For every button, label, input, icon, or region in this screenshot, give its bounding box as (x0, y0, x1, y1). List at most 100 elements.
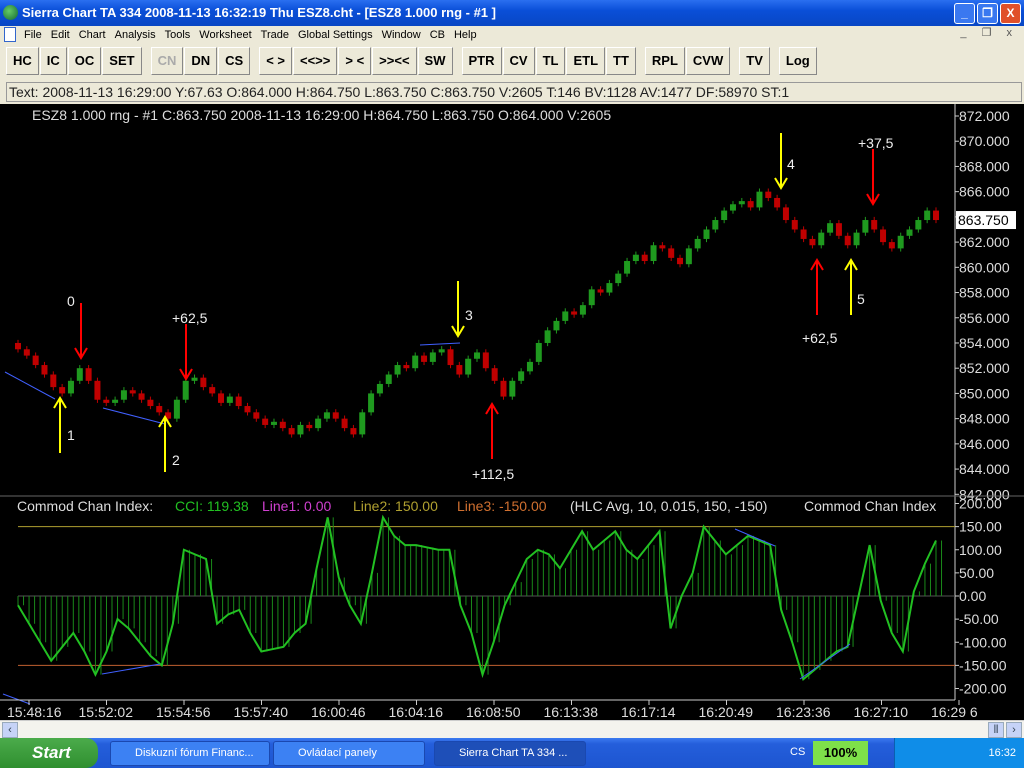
close-button[interactable]: X (1000, 3, 1021, 24)
price-tick-label: 862.000 (959, 234, 1010, 250)
time-tick-label: 16:17:14 (621, 704, 676, 720)
candle-body (129, 390, 136, 394)
candle-body (297, 424, 304, 435)
cci-tick-label: 200.00 (959, 496, 1002, 512)
scroll-left-button[interactable]: ‹ (2, 722, 18, 738)
taskbar-item-control-panel[interactable]: Ovládací panely (273, 741, 425, 766)
toolbar-button-15[interactable]: ETL (566, 47, 606, 75)
toolbar-button-3[interactable]: SET (102, 47, 142, 75)
menu-chart[interactable]: Chart (79, 26, 106, 44)
toolbar-button-18[interactable]: CVW (685, 47, 731, 75)
toolbar-button-9[interactable]: > < (338, 47, 372, 75)
cci-name: Commod Chan Index: (17, 498, 153, 514)
candle-body (85, 368, 92, 381)
menu-analysis[interactable]: Analysis (115, 26, 156, 44)
toolbar-button-11[interactable]: SW (417, 47, 453, 75)
candle-body (235, 396, 242, 407)
menu-help[interactable]: Help (454, 26, 477, 44)
price-tick-label: 866.000 (959, 184, 1010, 200)
horizontal-scrollbar[interactable]: ‹ ⦀ › (0, 720, 1024, 738)
toolbar-button-13[interactable]: CV (502, 47, 535, 75)
taskbar-item-sierra-chart[interactable]: Sierra Chart TA 334 ... (434, 741, 586, 766)
candle-body (782, 207, 789, 221)
candle-body (738, 201, 745, 205)
candle-body (15, 342, 21, 350)
toolbar-button-4[interactable]: CN (150, 47, 184, 75)
toolbar-button-0[interactable]: HC (6, 47, 39, 75)
toolbar-button-14[interactable]: TL (535, 47, 566, 75)
menu-file[interactable]: File (24, 26, 42, 44)
candle-body (729, 204, 736, 211)
scroll-right-button[interactable]: › (1006, 722, 1022, 738)
menu-edit[interactable]: Edit (51, 26, 70, 44)
menu-cb[interactable]: CB (430, 26, 445, 44)
candle-body (703, 229, 710, 239)
candle-body (41, 365, 48, 375)
menu-worksheet[interactable]: Worksheet (199, 26, 251, 44)
toolbar-button-20[interactable]: Log (778, 47, 817, 75)
candle-body (571, 311, 578, 315)
candle-body (412, 355, 419, 369)
candle-body (262, 418, 269, 425)
candle-body (535, 342, 542, 362)
menu-trade[interactable]: Trade (261, 26, 289, 44)
candle-body (67, 380, 74, 394)
candle-body (835, 223, 842, 236)
candle-body (394, 365, 401, 375)
cci-tick-label: -100.00 (959, 634, 1007, 650)
time-tick-label: 16:04:16 (389, 704, 444, 720)
time-tick-label: 15:52:02 (79, 704, 134, 720)
toolbar-button-7[interactable]: < > (259, 47, 292, 75)
minimize-button[interactable]: _ (954, 3, 975, 24)
candle-body (76, 368, 83, 381)
toolbar-button-6[interactable]: CS (218, 47, 251, 75)
taskbar-item-forum[interactable]: Diskuzní fórum Financ... (110, 741, 270, 766)
annotation-arrow-9: 5 (844, 258, 865, 315)
battery-indicator[interactable]: 100% (813, 741, 868, 765)
toolbar-button-16[interactable]: TT (606, 47, 636, 75)
menu-global-settings[interactable]: Global Settings (298, 26, 373, 44)
candle-body (880, 229, 887, 243)
candle-body (509, 380, 516, 397)
chart-area[interactable]: ESZ8 1.000 rng - #1 C:863.750 2008-11-13… (0, 104, 1024, 720)
price-header: ESZ8 1.000 rng - #1 C:863.750 2008-11-13… (32, 107, 611, 123)
toolbar-button-10[interactable]: >><< (372, 47, 417, 75)
toolbar-button-2[interactable]: OC (67, 47, 102, 75)
cci-line3: Line3: -150.00 (457, 498, 547, 514)
candle-body (756, 191, 763, 208)
candle-body (544, 330, 551, 343)
candle-body (332, 412, 339, 419)
language-indicator[interactable]: CS (790, 746, 805, 758)
scroll-thumb[interactable]: ⦀ (988, 722, 1004, 738)
annotation-label: 3 (465, 307, 473, 323)
maximize-button[interactable]: ❐ (977, 3, 998, 24)
annotation-label: 1 (67, 427, 75, 443)
time-tick-label: 16:27:10 (854, 704, 909, 720)
candle-body (632, 254, 639, 262)
toolbar-button-8[interactable]: <<>> (293, 47, 338, 75)
annotation-label: +37,5 (858, 135, 894, 151)
toolbar-button-12[interactable]: PTR (461, 47, 502, 75)
chart-svg[interactable]: ESZ8 1.000 rng - #1 C:863.750 2008-11-13… (0, 104, 1024, 720)
candle-body (677, 257, 684, 265)
title-bar: Sierra Chart TA 334 2008-11-13 16:32:19 … (0, 0, 1024, 26)
time-tick-label: 15:57:40 (234, 704, 289, 720)
candle-body (588, 289, 595, 306)
candle-body (368, 393, 375, 413)
price-tick-label: 854.000 (959, 335, 1010, 351)
toolbar-button-19[interactable]: TV (739, 47, 770, 75)
candle-body (385, 374, 392, 384)
candle-body (721, 210, 728, 221)
time-tick-label: 16:20:49 (699, 704, 754, 720)
annotation-label: +62,5 (172, 310, 208, 326)
menu-window[interactable]: Window (382, 26, 421, 44)
candle-body (862, 220, 869, 233)
mdi-controls[interactable]: _ ❐ x (960, 26, 1018, 39)
start-button[interactable]: Start (0, 738, 98, 768)
toolbar-button-17[interactable]: RPL (644, 47, 685, 75)
menu-tools[interactable]: Tools (165, 26, 191, 44)
toolbar-button-1[interactable]: IC (39, 47, 67, 75)
toolbar-button-5[interactable]: DN (184, 47, 218, 75)
annotation-label: 5 (857, 291, 865, 307)
candle-body (579, 305, 586, 315)
